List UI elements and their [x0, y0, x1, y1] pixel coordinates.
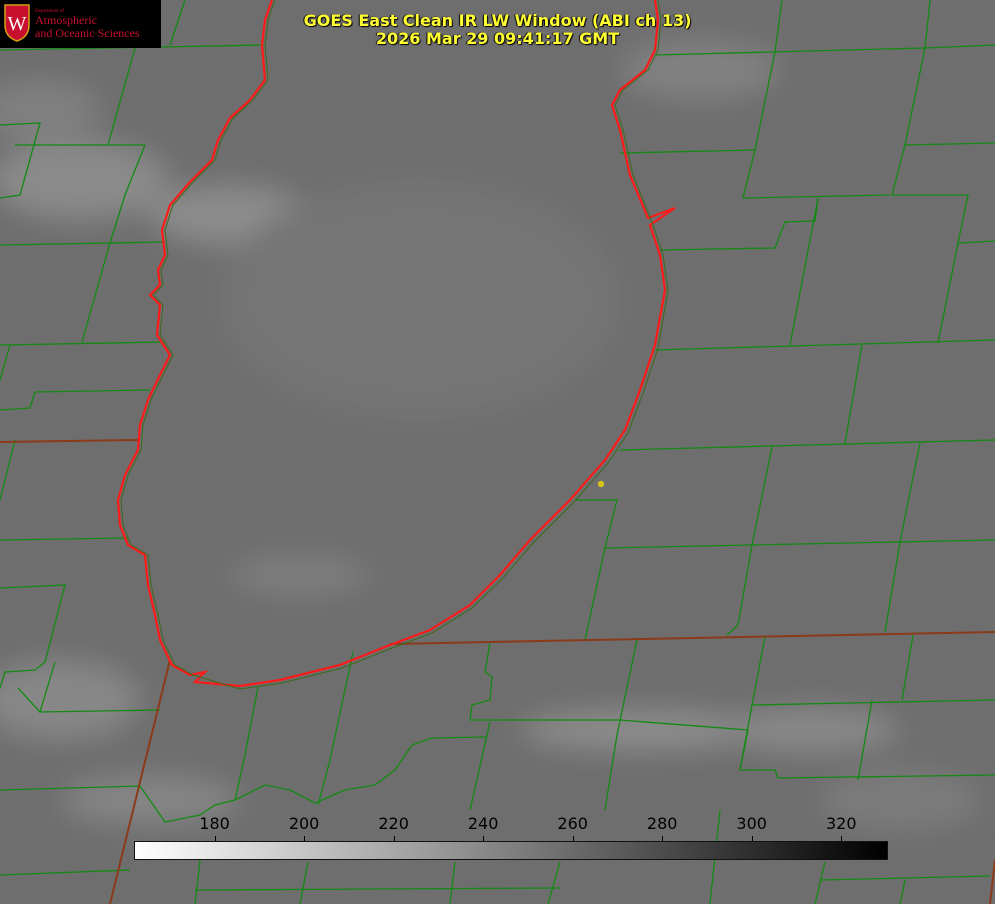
- title-line-1: GOES East Clean IR LW Window (ABI ch 13): [303, 11, 692, 30]
- image-title: GOES East Clean IR LW Window (ABI ch 13)…: [250, 12, 745, 48]
- seal-letter: W: [8, 13, 27, 35]
- colorbar-tick-label: 220: [378, 814, 409, 833]
- colorbar-tick-label: 200: [288, 814, 320, 833]
- logo-line-2: and Oceanic Sciences: [35, 26, 140, 40]
- colorbar-tick-label: 180: [199, 814, 230, 833]
- colorbar-tick-label: 280: [646, 814, 678, 833]
- title-line-2: 2026 Mar 29 09:41:17 GMT: [375, 29, 620, 48]
- uw-crest-icon: W: [4, 4, 30, 42]
- background: [0, 0, 995, 904]
- colorbar-tick-label: 260: [557, 814, 588, 833]
- colorbar-gradient: [134, 841, 888, 860]
- colorbar-tick-label: 320: [825, 814, 857, 833]
- satellite-map: [0, 0, 995, 904]
- department-logo[interactable]: W Department of Atmospheric and Oceanic …: [0, 0, 161, 48]
- colorbar-tick-label: 240: [467, 814, 499, 833]
- temperature-colorbar: 180 200 220 240 260 280 300 320: [130, 812, 895, 864]
- station-marker: [597, 480, 605, 488]
- colorbar-tick-label: 300: [736, 814, 767, 833]
